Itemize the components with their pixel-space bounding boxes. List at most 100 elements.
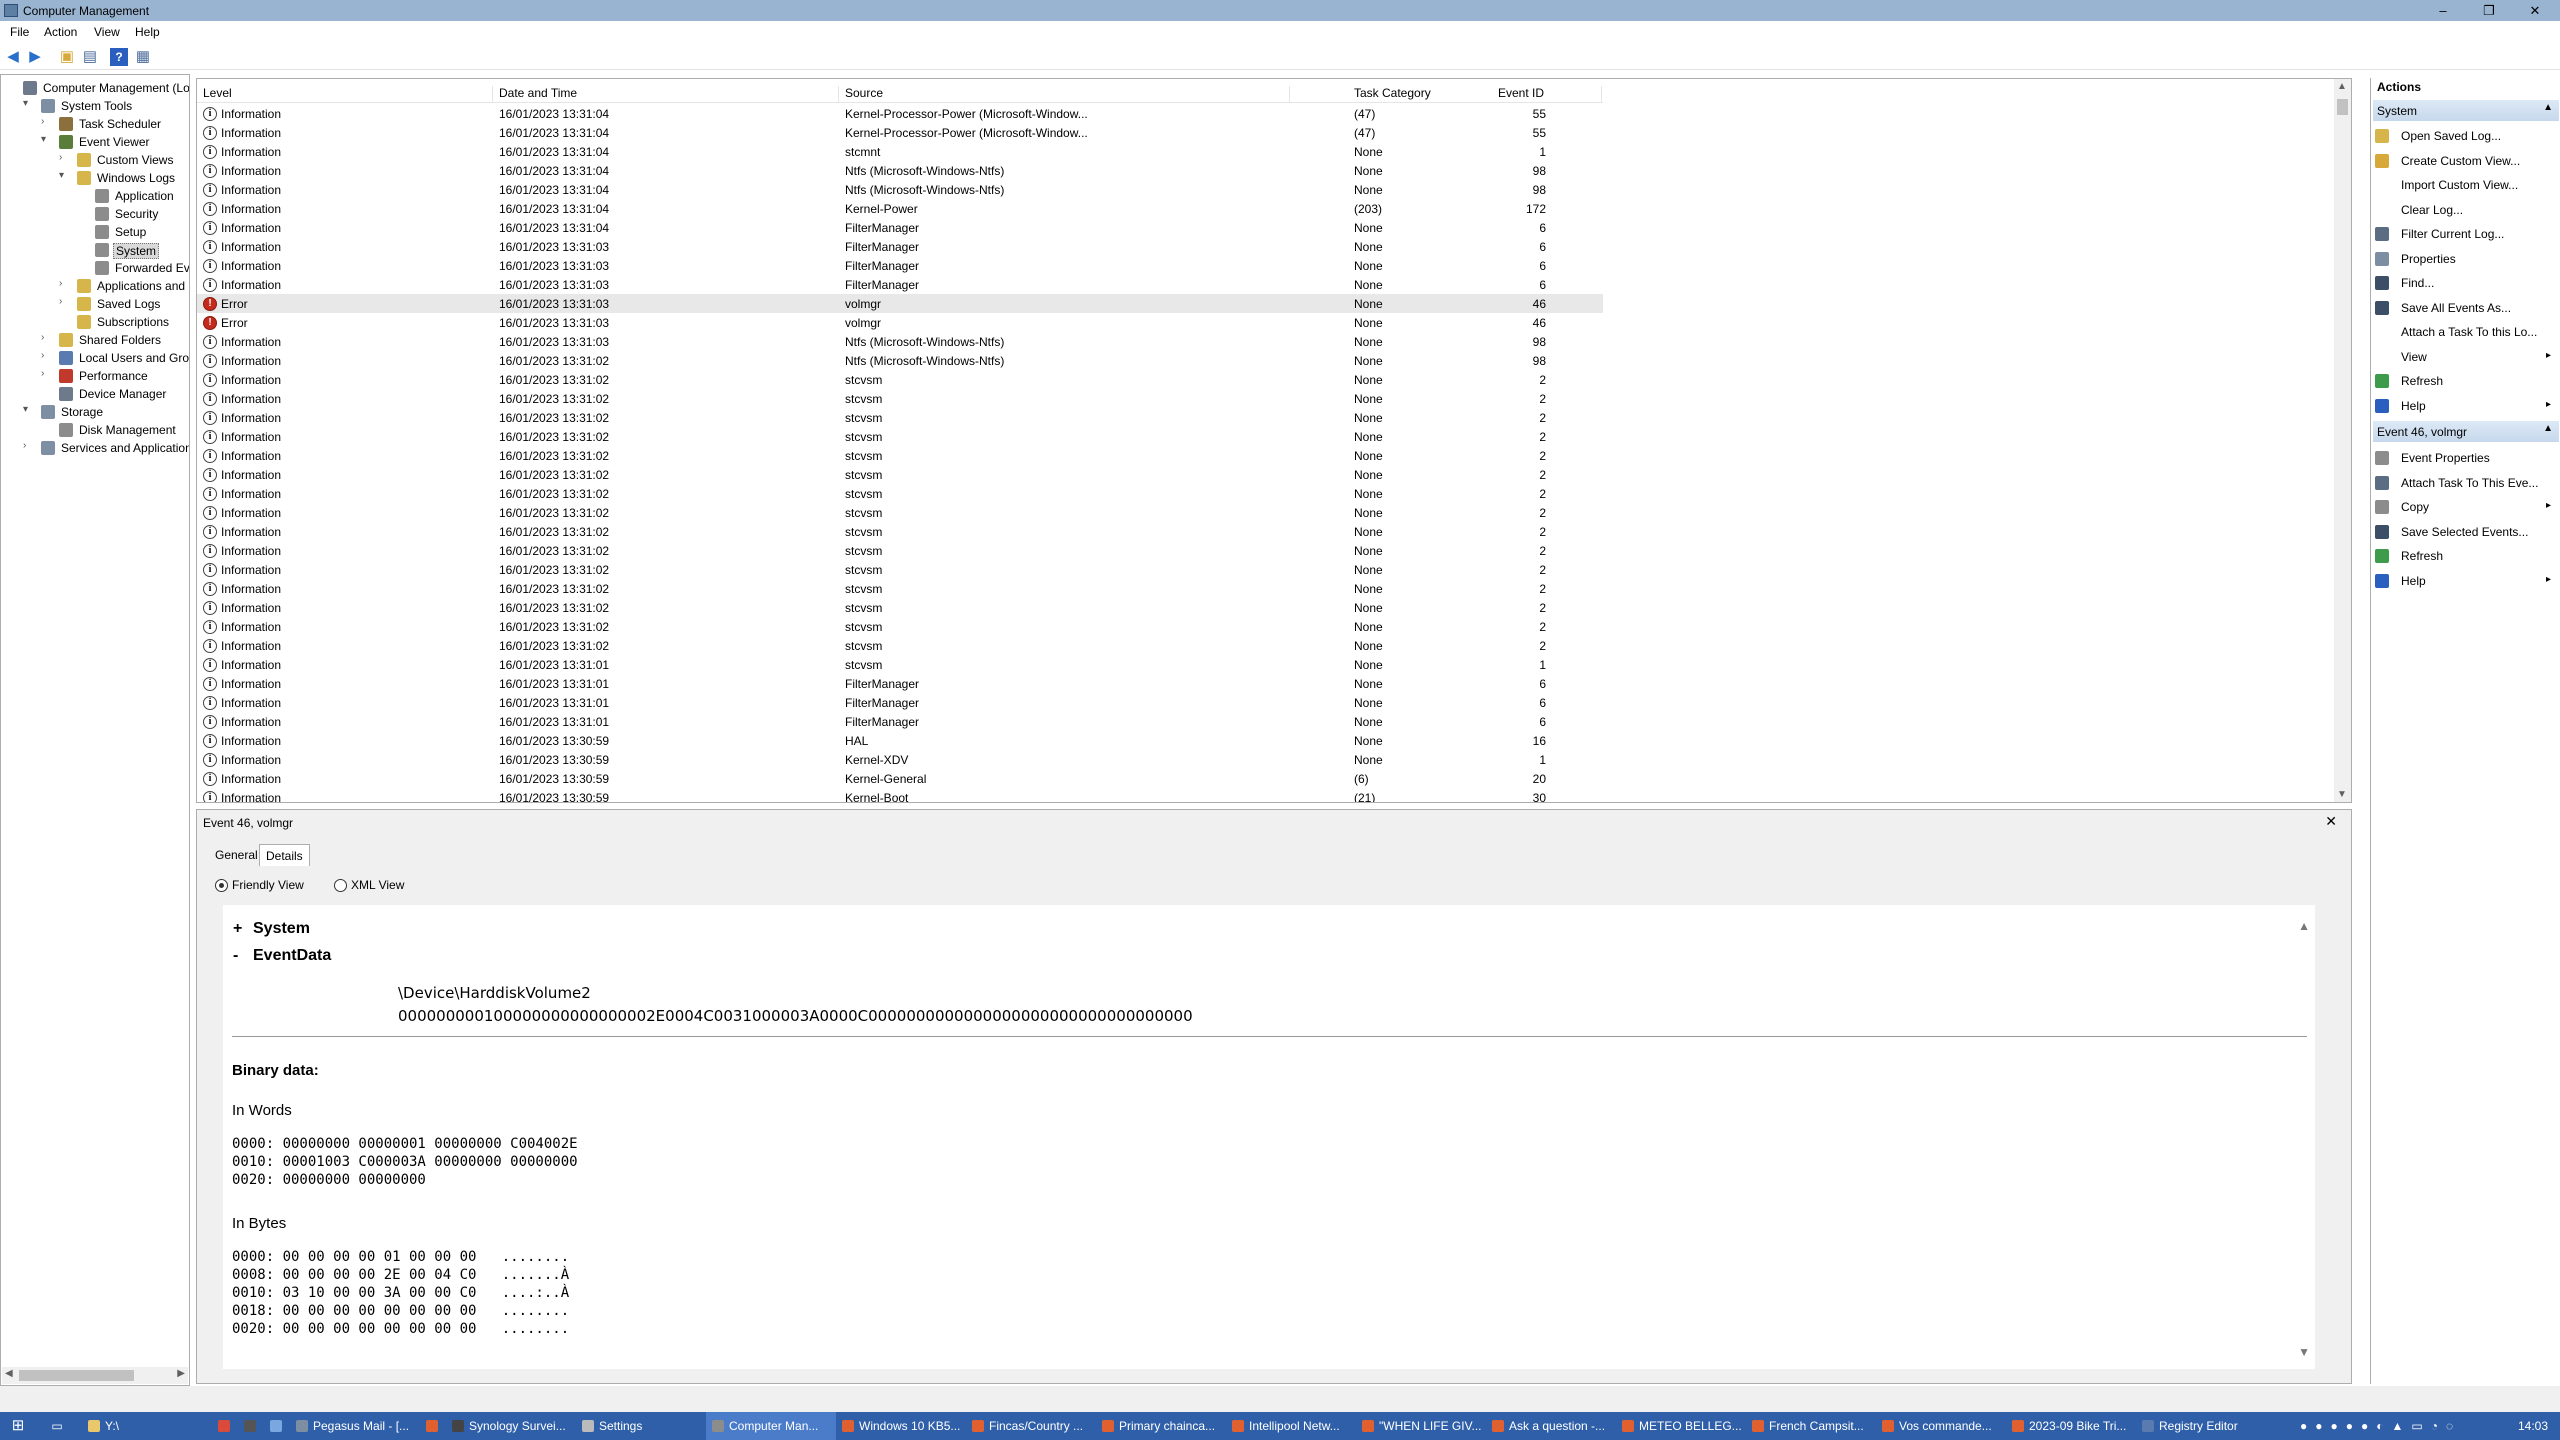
event-row[interactable]: i Information 16/01/2023 13:31:02 Ntfs (Mic… [197,351,1603,370]
tab-details[interactable]: Details [259,844,310,866]
collapsed-chevron-icon[interactable]: › [41,368,51,379]
column-task-category[interactable]: Task Category [1354,86,1602,103]
taskbar-item[interactable]: Y:\ [82,1412,212,1440]
detail-close-icon[interactable]: ✕ [2325,813,2337,830]
action-view[interactable]: View ▸ [2375,346,2559,368]
eventdata-section-label[interactable]: EventData [253,947,331,965]
expanded-chevron-icon[interactable]: ▾ [23,98,33,109]
taskbar-item[interactable] [212,1412,238,1440]
event-row[interactable]: i Information 16/01/2023 13:31:02 stcvsm 2 No… [197,560,1603,579]
event-row[interactable]: i Information 16/01/2023 13:31:01 FilterMan… [197,693,1603,712]
action-refresh[interactable]: Refresh [2375,545,2559,567]
column-date-time[interactable]: Date and Time [499,86,839,103]
event-row[interactable]: i Information 16/01/2023 13:31:03 FilterMan… [197,237,1603,256]
event-row[interactable]: i Information 16/01/2023 13:31:02 stcvsm 2 No… [197,427,1603,446]
collapse-icon[interactable]: ▲ [2543,423,2553,434]
back-icon[interactable]: ◀ [4,48,22,66]
action-properties[interactable]: Properties [2375,248,2559,270]
scroll-down-icon[interactable]: ▼ [2337,789,2347,800]
event-row[interactable]: i Information 16/01/2023 13:30:59 Kernel-Ge… [197,769,1603,788]
eventdata-expander[interactable]: - [233,947,245,965]
show-hide-tree-icon[interactable]: ▤ [81,48,99,66]
action-find[interactable]: Find... [2375,272,2559,294]
menu-view[interactable]: View [94,25,120,39]
event-row[interactable]: ! Error 16/01/2023 13:31:03 volmgr 46 None [197,313,1603,332]
collapsed-chevron-icon[interactable]: › [59,296,69,307]
taskbar-item[interactable]: Primary chainca... [1096,1412,1226,1440]
action-help[interactable]: Help ▸ [2375,570,2559,592]
action-open-saved-log[interactable]: Open Saved Log... [2375,125,2559,147]
action-create-custom-view[interactable]: Create Custom View... [2375,150,2559,172]
event-row[interactable]: ! Error 16/01/2023 13:31:03 volmgr 46 None [197,294,1603,313]
action-event-properties[interactable]: Event Properties [2375,447,2559,469]
show-action-pane-icon[interactable]: ▦ [134,48,152,66]
event-row[interactable]: i Information 16/01/2023 13:31:01 FilterMan… [197,674,1603,693]
xml-view-radio[interactable]: XML View [334,878,404,892]
menu-file[interactable]: File [10,25,29,39]
taskbar-item[interactable]: Computer Man... [706,1412,836,1440]
collapsed-chevron-icon[interactable]: › [59,152,69,163]
taskbar-item[interactable]: Synology Survei... [446,1412,576,1440]
taskbar-item[interactable]: Windows 10 KB5... [836,1412,966,1440]
event-row[interactable]: i Information 16/01/2023 13:31:02 stcvsm 2 No… [197,541,1603,560]
scroll-left-icon[interactable]: ◀ [5,1368,13,1379]
event-row[interactable]: i Information 16/01/2023 13:31:02 stcvsm 2 No… [197,484,1603,503]
actions-group-system[interactable]: System ▲ [2373,100,2559,121]
event-row[interactable]: i Information 16/01/2023 13:31:02 stcvsm 2 No… [197,598,1603,617]
help-icon[interactable]: ? [110,48,128,66]
event-row[interactable]: i Information 16/01/2023 13:31:03 FilterMan… [197,256,1603,275]
collapsed-chevron-icon[interactable]: › [23,440,33,451]
action-save-selected-events[interactable]: Save Selected Events... [2375,521,2559,543]
forward-icon[interactable]: ▶ [26,48,44,66]
event-row[interactable]: i Information 16/01/2023 13:31:02 stcvsm 2 No… [197,389,1603,408]
action-import-custom-view[interactable]: Import Custom View... [2375,174,2559,196]
event-row[interactable]: i Information 16/01/2023 13:30:59 HAL 16 None [197,731,1603,750]
scroll-up-icon[interactable]: ▲ [2298,919,2310,933]
event-row[interactable]: i Information 16/01/2023 13:31:02 stcvsm 2 No… [197,503,1603,522]
event-row[interactable]: i Information 16/01/2023 13:31:01 FilterMan… [197,712,1603,731]
taskbar-item[interactable]: 2023-09 Bike Tri... [2006,1412,2136,1440]
taskbar-item[interactable]: French Campsit... [1746,1412,1876,1440]
tree-horizontal-scrollbar[interactable]: ◀ ▶ [2,1367,188,1384]
event-row[interactable]: i Information 16/01/2023 13:31:03 FilterMan… [197,275,1603,294]
action-attach-task-to-this-eve[interactable]: Attach Task To This Eve... [2375,472,2559,494]
system-section-label[interactable]: System [253,920,310,938]
scroll-up-icon[interactable]: ▲ [2337,81,2347,92]
up-folder-icon[interactable]: ▣ [58,48,76,66]
menu-action[interactable]: Action [44,25,77,39]
action-save-all-events-as[interactable]: Save All Events As... [2375,297,2559,319]
tab-general[interactable]: General [209,844,264,866]
taskbar-item[interactable] [420,1412,446,1440]
event-row[interactable]: i Information 16/01/2023 13:31:01 stcvsm 1 No… [197,655,1603,674]
minimize-button[interactable]: – [2420,0,2466,21]
collapsed-chevron-icon[interactable]: › [59,278,69,289]
scroll-thumb[interactable] [19,1370,134,1381]
taskbar-item[interactable]: Ask a question -... [1486,1412,1616,1440]
event-row[interactable]: i Information 16/01/2023 13:31:04 FilterMan… [197,218,1603,237]
action-filter-current-log[interactable]: Filter Current Log... [2375,223,2559,245]
event-row[interactable]: i Information 16/01/2023 13:30:59 Kernel-Bo… [197,788,1603,802]
event-row[interactable]: i Information 16/01/2023 13:31:04 Ntfs (Mic… [197,161,1603,180]
tray-icons[interactable]: ●●●●●◐▲▭◔◌ [2300,1419,2461,1433]
collapsed-chevron-icon[interactable]: › [41,116,51,127]
taskbar-item[interactable]: Vos commande... [1876,1412,2006,1440]
event-row[interactable]: i Information 16/01/2023 13:31:04 Kernel-Pr… [197,104,1603,123]
collapse-icon[interactable]: ▲ [2543,102,2553,113]
taskbar-item[interactable]: METEO BELLEG... [1616,1412,1746,1440]
event-list-scrollbar[interactable]: ▲ ▼ [2334,79,2351,802]
collapsed-chevron-icon[interactable]: › [41,332,51,343]
taskbar-item[interactable]: Pegasus Mail - [... [290,1412,420,1440]
scroll-right-icon[interactable]: ▶ [177,1368,185,1379]
event-row[interactable]: i Information 16/01/2023 13:31:02 stcvsm 2 No… [197,579,1603,598]
event-row[interactable]: i Information 16/01/2023 13:31:04 Kernel-Pr… [197,123,1603,142]
event-row[interactable]: i Information 16/01/2023 13:31:02 stcvsm 2 No… [197,408,1603,427]
taskbar-item[interactable]: Settings [576,1412,706,1440]
taskbar-item[interactable]: Intellipool Netw... [1226,1412,1356,1440]
event-row[interactable]: i Information 16/01/2023 13:30:59 Kernel-XD… [197,750,1603,769]
friendly-view-radio[interactable]: Friendly View [215,878,304,892]
clock[interactable]: 14:03 [2518,1412,2558,1440]
action-refresh[interactable]: Refresh [2375,370,2559,392]
action-clear-log[interactable]: Clear Log... [2375,199,2559,221]
taskbar-item[interactable]: "WHEN LIFE GIV... [1356,1412,1486,1440]
event-row[interactable]: i Information 16/01/2023 13:31:02 stcvsm 2 No… [197,522,1603,541]
